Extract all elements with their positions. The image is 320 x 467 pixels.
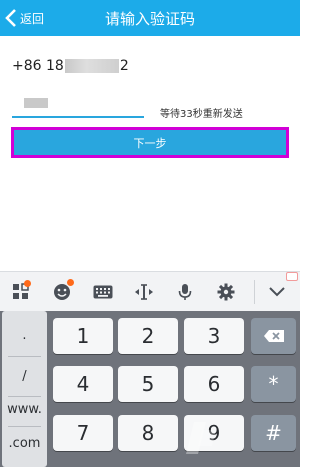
symbol-key-slash[interactable]: / [2,358,47,394]
symbol-key-dot[interactable]: . [2,317,47,353]
phone-mask [64,59,119,73]
toolbar-settings[interactable] [205,272,246,312]
back-label: 返回 [20,11,45,26]
backspace-icon [263,330,284,342]
numeric-keyboard: . / www. .com 1 2 3 4 5 6 * 7 8 9 # [0,311,300,467]
next-button[interactable]: 下一步 [11,127,289,158]
cursor-move-icon [134,283,153,300]
key-1[interactable]: 1 [53,318,113,354]
phone-number: +86 18 2 [12,56,129,76]
key-star[interactable]: * [251,366,296,402]
keyboard-icon [93,285,112,298]
toolbar-apps[interactable] [0,272,41,312]
divider [8,356,41,357]
phone-suffix: 2 [119,58,129,74]
phone-prefix: +86 18 [12,58,64,74]
chevron-left-icon [5,9,16,27]
key-4[interactable]: 4 [53,366,113,402]
microphone-icon [178,283,191,300]
gear-icon [217,283,234,300]
key-6[interactable]: 6 [184,366,244,402]
resend-countdown: 等待33秒重新发送 [160,109,243,120]
verification-code-input[interactable] [12,96,144,118]
toolbar-emoji[interactable] [41,272,82,312]
symbol-key-www[interactable]: www. [2,391,47,427]
toolbar-keyboard[interactable] [82,272,123,312]
key-3[interactable]: 3 [184,318,244,354]
key-7[interactable]: 7 [53,415,113,451]
back-button[interactable]: 返回 [0,0,50,36]
symbol-column: . / www. .com [2,311,47,467]
toolbar-voice[interactable] [164,272,205,312]
clipboard-badge [286,272,298,281]
notification-dot [67,278,74,286]
toolbar-divider [254,280,255,304]
app-header: 返回 请输入验证码 [0,0,300,36]
toolbar-cursor[interactable] [123,272,164,312]
keyboard-toolbar [0,271,300,311]
symbol-key-com[interactable]: .com [2,425,47,461]
key-2[interactable]: 2 [118,318,178,354]
key-8[interactable]: 8 [118,415,178,451]
key-9[interactable]: 9 [184,415,244,451]
key-5[interactable]: 5 [118,366,178,402]
chevron-down-icon [268,287,285,297]
key-hash[interactable]: # [251,415,296,451]
notification-dot [24,279,31,287]
backspace-key[interactable] [251,318,296,354]
